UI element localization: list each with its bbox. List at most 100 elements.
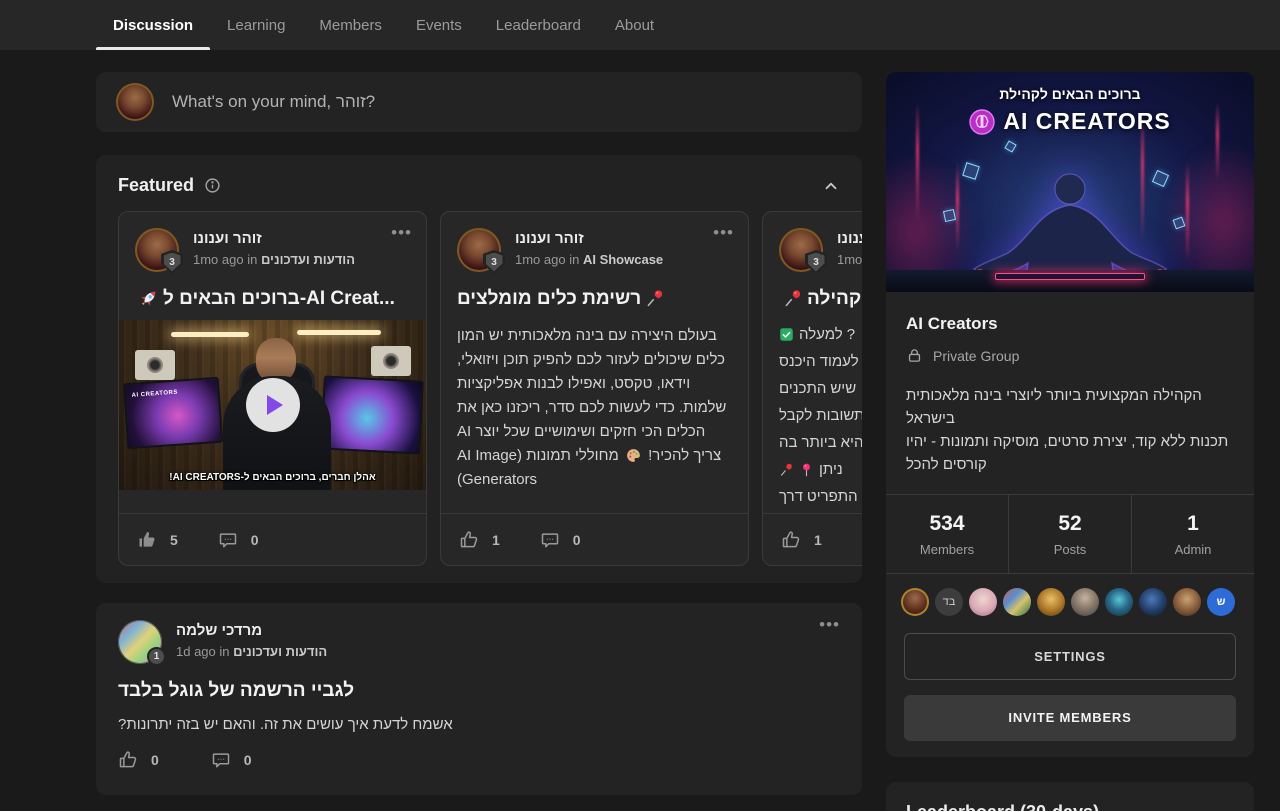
tab-label: Members	[319, 17, 382, 34]
featured-post-welcome[interactable]: 3 זוהר וענונו 1mo ago in הודעות ועדכונים…	[118, 211, 427, 566]
featured-post-tools[interactable]: 3 זוהר וענונו 1mo ago in AI Showcase •••…	[440, 211, 749, 566]
info-icon[interactable]	[204, 177, 221, 194]
post-menu-icon[interactable]: •••	[391, 228, 412, 272]
post-title[interactable]: ברוכים הבאים ל-AI Creat...	[135, 288, 410, 310]
member-avatar[interactable]	[1003, 588, 1031, 616]
space-link[interactable]: הודעות ועדכונים	[233, 644, 327, 659]
post-title[interactable]: קהילה	[779, 288, 862, 310]
rocket-icon	[139, 288, 159, 308]
feed-post[interactable]: 1 מרדכי שלמה 1d ago in הודעות ועדכונים •…	[96, 603, 862, 795]
members-avatar-row: בד ש	[886, 574, 1254, 616]
stat-members[interactable]: 534 Members	[886, 495, 1008, 573]
tab-discussion[interactable]: Discussion	[96, 0, 210, 50]
author-avatar[interactable]: 3	[779, 228, 823, 272]
member-avatar[interactable]	[1071, 588, 1099, 616]
member-avatar[interactable]: ש	[1207, 588, 1235, 616]
like-button[interactable]: 5	[137, 530, 178, 550]
invite-members-button[interactable]: INVITE MEMBERS	[904, 695, 1236, 741]
group-name: AI Creators	[906, 314, 1234, 334]
pushpin-icon	[783, 288, 803, 308]
current-user-avatar[interactable]	[116, 83, 154, 121]
active-tab-underline	[96, 47, 210, 50]
level-badge: 3	[161, 250, 183, 274]
pushpin-icon	[645, 288, 665, 308]
round-pin-icon	[799, 462, 814, 477]
video-thumbnail[interactable]: AI CREATORS אהלן חברים, ברוכים הבאים ל-A…	[119, 320, 426, 490]
like-button[interactable]: 1	[459, 530, 500, 550]
member-avatar[interactable]: בד	[935, 588, 963, 616]
group-sidebar-card: ברוכים הבאים לקהילת AI CREATORS AI Creat…	[886, 72, 1254, 757]
check-icon	[779, 327, 794, 342]
author-avatar[interactable]: 1	[118, 620, 162, 664]
post-meta: 1mo	[837, 252, 862, 267]
tab-members[interactable]: Members	[302, 0, 399, 50]
member-avatar[interactable]	[1037, 588, 1065, 616]
author-name[interactable]: זוהר וענונו	[837, 230, 862, 247]
post-body: למעלה? היכנסלעמוד התכניםשיש לקבלתשובות ב…	[779, 326, 862, 515]
tab-label: Events	[416, 17, 462, 34]
play-button[interactable]	[246, 378, 300, 432]
comment-icon	[211, 750, 231, 770]
like-button[interactable]: 0	[118, 750, 159, 770]
group-stats: 534 Members 52 Posts 1 Admin	[886, 494, 1254, 574]
studio-light	[171, 332, 249, 337]
stat-admin[interactable]: 1 Admin	[1131, 495, 1254, 573]
top-navbar: Discussion Learning Members Events Leade…	[0, 0, 1280, 50]
author-name[interactable]: זוהר וענונו	[193, 230, 355, 247]
comment-button[interactable]: 0	[540, 530, 581, 550]
comment-button[interactable]: 0	[218, 530, 259, 550]
comment-count: 0	[251, 532, 259, 548]
cover-brand-name: AI CREATORS	[1003, 108, 1170, 135]
privacy-label: Private Group	[933, 348, 1019, 364]
level-badge: 1	[147, 647, 166, 666]
tab-events[interactable]: Events	[399, 0, 479, 50]
post-composer[interactable]: What's on your mind, זוהר?	[96, 72, 862, 132]
tab-about[interactable]: About	[598, 0, 671, 50]
like-button[interactable]: 1	[781, 530, 822, 550]
author-name[interactable]: זוהר וענונו	[515, 230, 663, 247]
featured-title: Featured	[118, 175, 194, 196]
speaker	[135, 350, 175, 380]
stat-posts[interactable]: 52 Posts	[1008, 495, 1131, 573]
post-menu-icon[interactable]: •••	[819, 620, 840, 664]
settings-button[interactable]: SETTINGS	[904, 633, 1236, 680]
comment-button[interactable]: 0	[211, 750, 252, 770]
post-title[interactable]: לגביי הרשמה של גוגל בלבד	[118, 680, 840, 702]
featured-cards-row[interactable]: 3 זוהר וענונו 1mo ago in הודעות ועדכונים…	[118, 211, 862, 567]
studio-light	[297, 330, 381, 335]
author-avatar[interactable]: 3	[457, 228, 501, 272]
post-meta: 1d ago in הודעות ועדכונים	[176, 644, 327, 659]
level-badge: 3	[483, 250, 505, 274]
member-avatar[interactable]	[969, 588, 997, 616]
tab-label: Discussion	[113, 17, 193, 34]
tab-learning[interactable]: Learning	[210, 0, 302, 50]
author-name[interactable]: מרדכי שלמה	[176, 622, 327, 639]
space-link[interactable]: AI Showcase	[583, 252, 663, 267]
composer-prompt[interactable]: What's on your mind, זוהר?	[172, 92, 375, 112]
tab-label: Learning	[227, 17, 285, 34]
post-menu-icon[interactable]: •••	[713, 228, 734, 272]
tab-leaderboard[interactable]: Leaderboard	[479, 0, 598, 50]
like-count: 5	[170, 532, 178, 548]
featured-section: Featured 3 זוהר וענונו 1mo ago in הודעות…	[96, 155, 862, 583]
post-meta: 1mo ago in AI Showcase	[515, 252, 663, 267]
comment-count: 0	[244, 752, 252, 768]
thumbs-up-icon	[781, 530, 801, 550]
speaker	[371, 346, 411, 376]
lock-icon	[906, 347, 923, 364]
featured-post-community-rules[interactable]: 3 זוהר וענונו 1mo קהילה למעלה? היכנסלעמו…	[762, 211, 862, 566]
member-avatar[interactable]	[901, 588, 929, 616]
comment-icon	[540, 530, 560, 550]
member-avatar[interactable]	[1139, 588, 1167, 616]
member-avatar[interactable]	[1173, 588, 1201, 616]
member-avatar[interactable]	[1105, 588, 1133, 616]
author-avatar[interactable]: 3	[135, 228, 179, 272]
pushpin-icon	[779, 462, 794, 477]
comment-icon	[218, 530, 238, 550]
post-title[interactable]: רשימת כלים מומלצים	[457, 288, 732, 310]
collapse-chevron-up-icon[interactable]	[822, 177, 840, 195]
thumbs-up-icon	[459, 530, 479, 550]
post-body: בעולם היצירה עם בינה מלאכותית יש המון כל…	[457, 324, 732, 492]
post-body: אשמח לדעת איך עושים את זה. והאם יש בזה י…	[118, 716, 840, 733]
space-link[interactable]: הודעות ועדכונים	[261, 252, 355, 267]
